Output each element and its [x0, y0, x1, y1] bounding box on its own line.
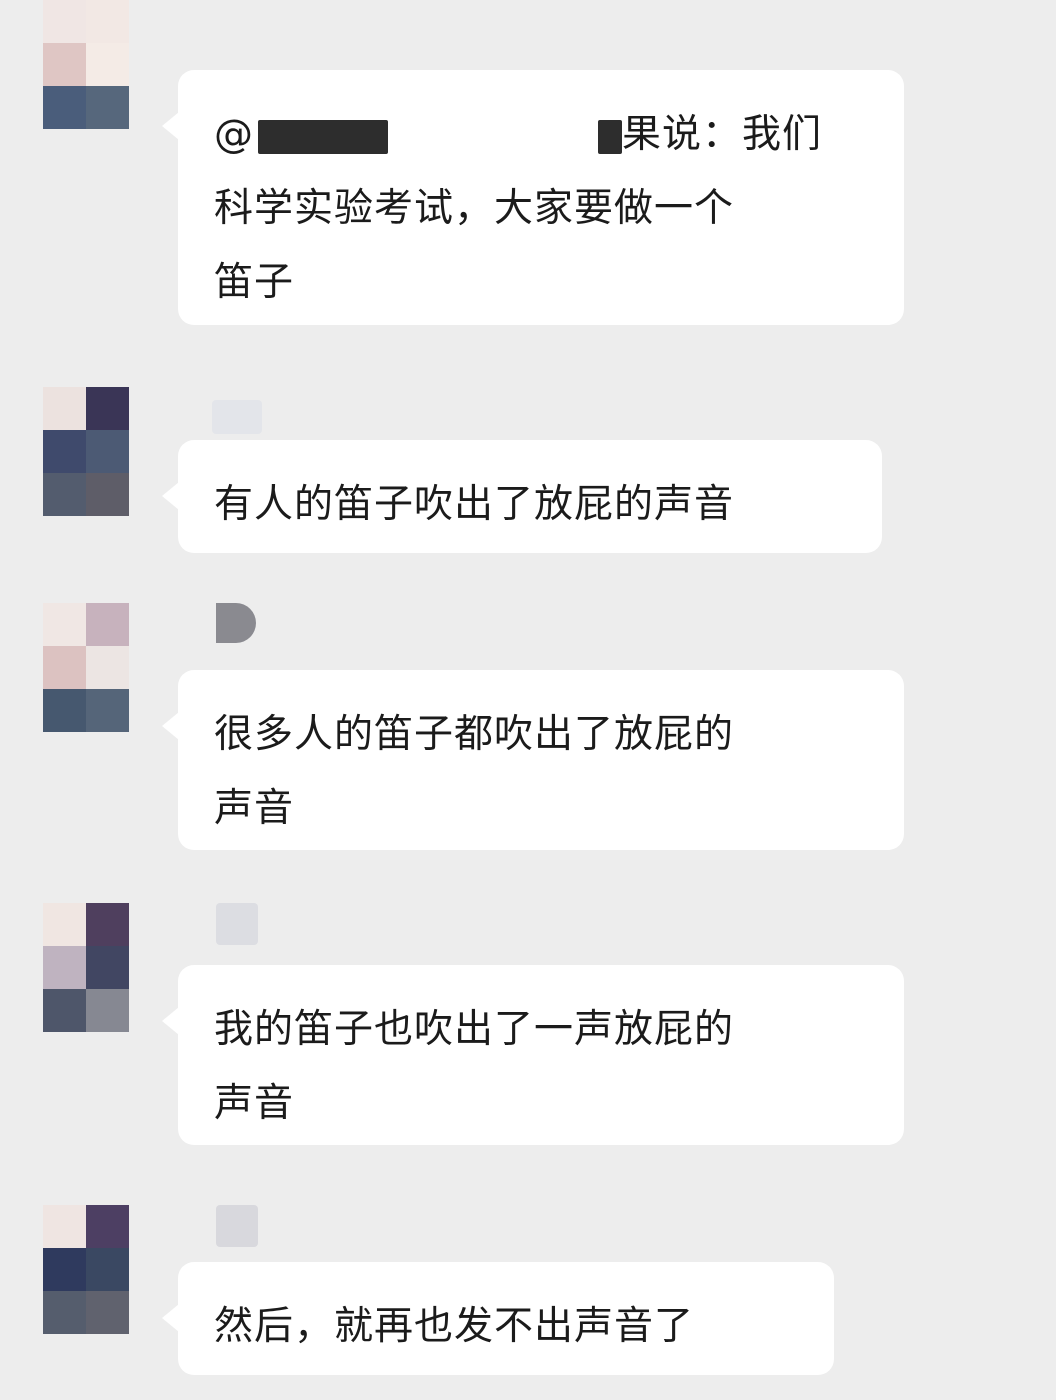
message-line: 然后，就再也发不出声音了 [214, 1304, 695, 1349]
message-line: 声音 [214, 1081, 295, 1126]
avatar[interactable] [43, 903, 129, 1032]
message-bubble[interactable]: 然后，就再也发不出声音了 [162, 1262, 834, 1375]
message-bubble[interactable]: @ 果说：我们 科学实验考试，大家要做一个 笛子 [162, 70, 904, 325]
message-line: 笛子 [214, 260, 295, 305]
redacted-name [258, 119, 388, 154]
message-bubble[interactable]: 我的笛子也吹出了一声放屁的 声音 [162, 965, 904, 1145]
message-line: 声音 [214, 786, 295, 831]
sender-name [174, 603, 264, 643]
message-bubble[interactable]: 很多人的笛子都吹出了放屁的 声音 [162, 670, 904, 850]
avatar[interactable] [43, 603, 129, 732]
sender-name [174, 400, 264, 436]
avatar[interactable] [43, 0, 129, 129]
sender-name [174, 1205, 264, 1247]
message-line: 有人的笛子吹出了放屁的声音 [214, 482, 735, 527]
avatar[interactable] [43, 1205, 129, 1334]
redacted-name [598, 119, 622, 154]
message-bubble[interactable]: 有人的笛子吹出了放屁的声音 [162, 440, 882, 553]
sender-name [174, 903, 264, 945]
message-line: @ 果说：我们 [214, 112, 823, 157]
avatar[interactable] [43, 387, 129, 516]
message-line: 我的笛子也吹出了一声放屁的 [214, 1007, 735, 1052]
message-line: 很多人的笛子都吹出了放屁的 [214, 712, 735, 757]
chat-area[interactable]: @ 果说：我们 科学实验考试，大家要做一个 笛子 有人的笛子吹出了放屁的声音 很多… [0, 0, 1056, 1400]
message-line: 科学实验考试，大家要做一个 [214, 186, 735, 231]
